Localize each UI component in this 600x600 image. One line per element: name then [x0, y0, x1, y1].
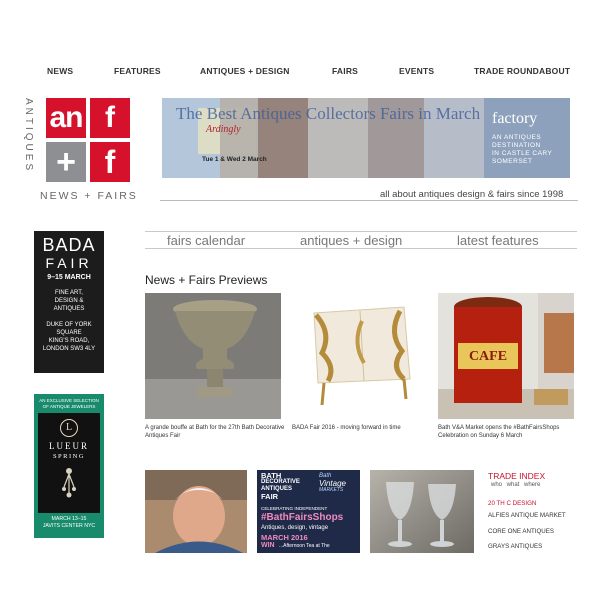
- lueur-monogram: L: [60, 419, 78, 437]
- trade-index-subtitle: who what where: [491, 482, 541, 488]
- nav-trade-roundabout[interactable]: TRADE ROUNDABOUT: [474, 66, 570, 76]
- preview-caption-3[interactable]: Bath V&A Market opens the #BathFairsShop…: [438, 424, 578, 440]
- subnav-antiques-design[interactable]: antiques + design: [300, 233, 402, 248]
- logo-tile-plus: +: [46, 142, 86, 182]
- banner-factory-text: AN ANTIQUES DESTINATION IN CASTLE CARY S…: [492, 134, 553, 165]
- nav-antiques-design[interactable]: ANTIQUES + DESIGN: [200, 66, 290, 76]
- fairs-banner[interactable]: The Best Antiques Collectors Fairs in Ma…: [162, 98, 570, 178]
- bada-ad-fair: FAIR: [45, 255, 93, 271]
- logo-tile-an: an: [46, 98, 86, 138]
- nav-fairs[interactable]: FAIRS: [332, 66, 358, 76]
- subnav-latest-features[interactable]: latest features: [457, 233, 539, 248]
- preview-image-urn[interactable]: [145, 293, 281, 419]
- trade-item-grays[interactable]: GRAYS ANTIQUES: [488, 543, 542, 550]
- logo-tile-f2: f: [90, 142, 130, 182]
- subnav-fairs-calendar[interactable]: fairs calendar: [167, 233, 245, 248]
- main-nav: NEWS FEATURES ANTIQUES + DESIGN FAIRS EV…: [0, 66, 600, 78]
- preview-caption-2[interactable]: BADA Fair 2016 - moving forward in time: [292, 424, 432, 432]
- preview-image-cafe-tin[interactable]: CAFE: [438, 293, 574, 419]
- logo-tile-f: f: [90, 98, 130, 138]
- trade-item-20th-c-design[interactable]: 20 TH C DESIGN: [488, 500, 536, 507]
- previews-heading: News + Fairs Previews: [145, 273, 268, 287]
- cafe-sign-text: CAFE: [468, 349, 508, 364]
- site-tagline: all about antiques design & fairs since …: [380, 189, 564, 200]
- lueur-spring-ad[interactable]: AN EXCLUSIVE SELECTION OF ANTIQUE JEWELE…: [34, 394, 104, 538]
- bada-fair-ad[interactable]: BADA FAIR 9–15 MARCH FINE ART, DESIGN & …: [34, 231, 104, 373]
- banner-ardingly: Ardingly: [206, 124, 241, 135]
- brand-vertical-text: ANTIQUES: [23, 98, 34, 174]
- logo-subtitle: NEWS + FAIRS: [40, 190, 138, 202]
- lueur-name: LUEUR: [49, 441, 89, 451]
- nav-news[interactable]: NEWS: [47, 66, 73, 76]
- bada-ad-dates: 9–15 MARCH: [47, 274, 91, 281]
- nav-features[interactable]: FEATURES: [114, 66, 161, 76]
- trade-index-title[interactable]: TRADE INDEX: [488, 471, 545, 481]
- lueur-season: SPRING: [52, 453, 86, 460]
- bath-fairs-poster[interactable]: BATH DECORATIVE ANTIQUES FAIR Bath Vinta…: [257, 470, 360, 553]
- site-logo[interactable]: an f + f: [46, 98, 130, 182]
- jewel-brooch-icon: [60, 467, 78, 499]
- preview-image-cabinet[interactable]: [292, 293, 428, 419]
- bada-ad-title: BADA: [42, 235, 96, 255]
- preview-image-glasses[interactable]: [370, 470, 474, 553]
- preview-image-portrait[interactable]: [145, 470, 247, 553]
- tagline-divider: [160, 200, 578, 201]
- banner-dates: Tue 1 & Wed 2 March: [202, 156, 267, 163]
- preview-caption-1[interactable]: A grande bouffe at Bath for the 27th Bat…: [145, 424, 285, 440]
- trade-item-core-one[interactable]: CORE ONE ANTIQUES: [488, 528, 554, 535]
- nav-events[interactable]: EVENTS: [399, 66, 434, 76]
- trade-item-alfies[interactable]: ALFIES ANTIQUE MARKET: [488, 512, 566, 519]
- banner-factory-name: factory: [492, 110, 538, 127]
- banner-headline: The Best Antiques Collectors Fairs in Ma…: [176, 104, 481, 123]
